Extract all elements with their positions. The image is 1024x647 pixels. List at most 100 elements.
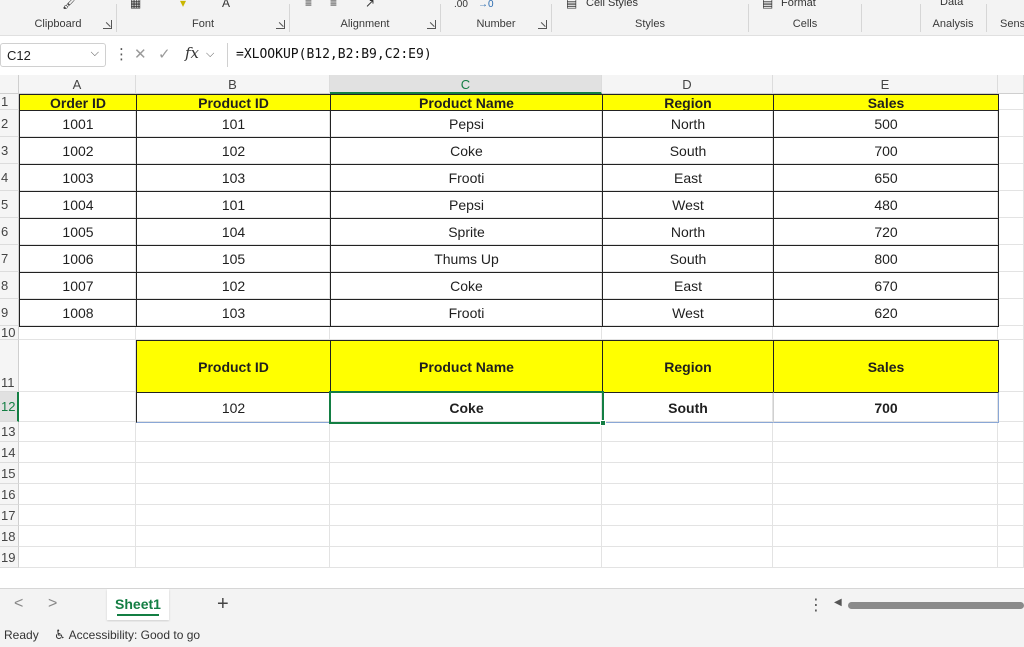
accessibility-status[interactable]: ♿ Accessibility: Good to go <box>54 627 200 643</box>
empty-cell[interactable] <box>330 422 602 442</box>
row-header-9[interactable]: 9 <box>0 299 19 326</box>
lookup-result-cell[interactable]: South <box>602 392 774 423</box>
name-box[interactable]: C12 ⌵ <box>0 43 106 67</box>
next-sheet-button[interactable]: > <box>48 595 57 613</box>
lookup-header-cell[interactable]: Product Name <box>330 340 603 393</box>
enter-icon[interactable]: ✓ <box>158 45 171 63</box>
row-header-18[interactable]: 18 <box>0 526 19 547</box>
cancel-icon[interactable]: ✕ <box>134 45 147 63</box>
dialog-launcher-icon[interactable] <box>427 20 436 29</box>
data-cell[interactable]: 620 <box>773 299 999 327</box>
empty-cell[interactable] <box>773 442 998 463</box>
data-cell[interactable]: 1006 <box>19 245 137 273</box>
empty-cell[interactable] <box>602 526 773 547</box>
data-cell[interactable]: West <box>602 191 774 219</box>
column-header-e[interactable]: E <box>773 75 998 94</box>
empty-cell[interactable] <box>602 442 773 463</box>
empty-cell[interactable] <box>136 326 330 340</box>
prev-sheet-button[interactable]: < <box>14 595 23 613</box>
chevron-down-icon[interactable]: ⌵ <box>206 48 214 61</box>
row-header-2[interactable]: 2 <box>0 110 19 137</box>
empty-cell[interactable] <box>330 484 602 505</box>
row-header-5[interactable]: 5 <box>0 191 19 218</box>
empty-cell[interactable] <box>602 547 773 568</box>
empty-cell[interactable] <box>602 505 773 526</box>
empty-cell[interactable] <box>998 547 1024 568</box>
data-cell[interactable]: 102 <box>136 137 331 165</box>
select-all-corner[interactable] <box>0 75 19 94</box>
empty-cell[interactable] <box>330 505 602 526</box>
empty-cell[interactable] <box>136 547 330 568</box>
scroll-left-icon[interactable]: ◀ <box>834 597 842 608</box>
row-header-16[interactable]: 16 <box>0 484 19 505</box>
horizontal-scrollbar[interactable]: ◀ <box>832 597 1024 610</box>
empty-cell[interactable] <box>773 422 998 442</box>
empty-cell[interactable] <box>19 484 136 505</box>
empty-cell[interactable] <box>998 137 1024 164</box>
empty-cell[interactable] <box>330 547 602 568</box>
insert-function-icon[interactable]: fx <box>185 44 199 62</box>
empty-cell[interactable] <box>19 505 136 526</box>
empty-cell[interactable] <box>136 484 330 505</box>
data-cell[interactable]: 1002 <box>19 137 137 165</box>
data-cell[interactable]: North <box>602 110 774 138</box>
data-cell[interactable]: 105 <box>136 245 331 273</box>
data-cell[interactable]: South <box>602 137 774 165</box>
data-cell[interactable]: 101 <box>136 191 331 219</box>
row-header-4[interactable]: 4 <box>0 164 19 191</box>
lookup-result-cell[interactable]: 102 <box>136 392 331 423</box>
lookup-header-cell[interactable]: Region <box>602 340 774 393</box>
row-header-14[interactable]: 14 <box>0 442 19 463</box>
data-cell[interactable]: Coke <box>330 137 603 165</box>
row-header-6[interactable]: 6 <box>0 218 19 245</box>
data-cell[interactable]: 670 <box>773 272 999 300</box>
empty-cell[interactable] <box>773 463 998 484</box>
data-cell[interactable]: Thums Up <box>330 245 603 273</box>
data-cell[interactable]: 1008 <box>19 299 137 327</box>
empty-cell[interactable] <box>136 442 330 463</box>
lookup-header-cell[interactable]: Product ID <box>136 340 331 393</box>
empty-cell[interactable] <box>998 505 1024 526</box>
data-cell[interactable]: 650 <box>773 164 999 192</box>
empty-cell[interactable] <box>19 463 136 484</box>
data-cell[interactable]: Frooti <box>330 164 603 192</box>
lookup-result-cell[interactable]: Coke <box>330 392 603 423</box>
row-header-17[interactable]: 17 <box>0 505 19 526</box>
empty-cell[interactable] <box>773 547 998 568</box>
data-cell[interactable]: 480 <box>773 191 999 219</box>
empty-cell[interactable] <box>330 526 602 547</box>
empty-cell[interactable] <box>998 392 1024 422</box>
data-cell[interactable]: 103 <box>136 164 331 192</box>
row-header-3[interactable]: 3 <box>0 137 19 164</box>
data-cell[interactable]: Pepsi <box>330 191 603 219</box>
more-options-icon[interactable]: ⋮ <box>114 45 129 63</box>
empty-cell[interactable] <box>19 392 136 422</box>
empty-cell[interactable] <box>773 505 998 526</box>
empty-cell[interactable] <box>136 526 330 547</box>
dialog-launcher-icon[interactable] <box>276 20 285 29</box>
empty-cell[interactable] <box>998 245 1024 272</box>
empty-cell[interactable] <box>773 326 998 340</box>
data-cell[interactable]: North <box>602 218 774 246</box>
row-header-12[interactable]: 12 <box>0 392 19 422</box>
sheet-tab[interactable]: Sheet1 <box>107 589 169 620</box>
add-sheet-button[interactable]: + <box>217 593 229 616</box>
data-cell[interactable]: East <box>602 164 774 192</box>
scrollbar-thumb[interactable] <box>848 602 1024 609</box>
empty-cell[interactable] <box>998 463 1024 484</box>
row-header-7[interactable]: 7 <box>0 245 19 272</box>
empty-cell[interactable] <box>998 422 1024 442</box>
empty-cell[interactable] <box>998 164 1024 191</box>
empty-cell[interactable] <box>330 463 602 484</box>
data-cell[interactable]: Sprite <box>330 218 603 246</box>
row-header-13[interactable]: 13 <box>0 422 19 442</box>
empty-cell[interactable] <box>136 422 330 442</box>
row-header-1[interactable]: 1 <box>0 94 19 110</box>
data-cell[interactable]: 1004 <box>19 191 137 219</box>
data-cell[interactable]: 103 <box>136 299 331 327</box>
data-cell[interactable]: 1007 <box>19 272 137 300</box>
more-options-icon[interactable]: ⋮ <box>808 595 824 615</box>
empty-cell[interactable] <box>602 422 773 442</box>
empty-cell[interactable] <box>998 218 1024 245</box>
empty-cell[interactable] <box>602 463 773 484</box>
